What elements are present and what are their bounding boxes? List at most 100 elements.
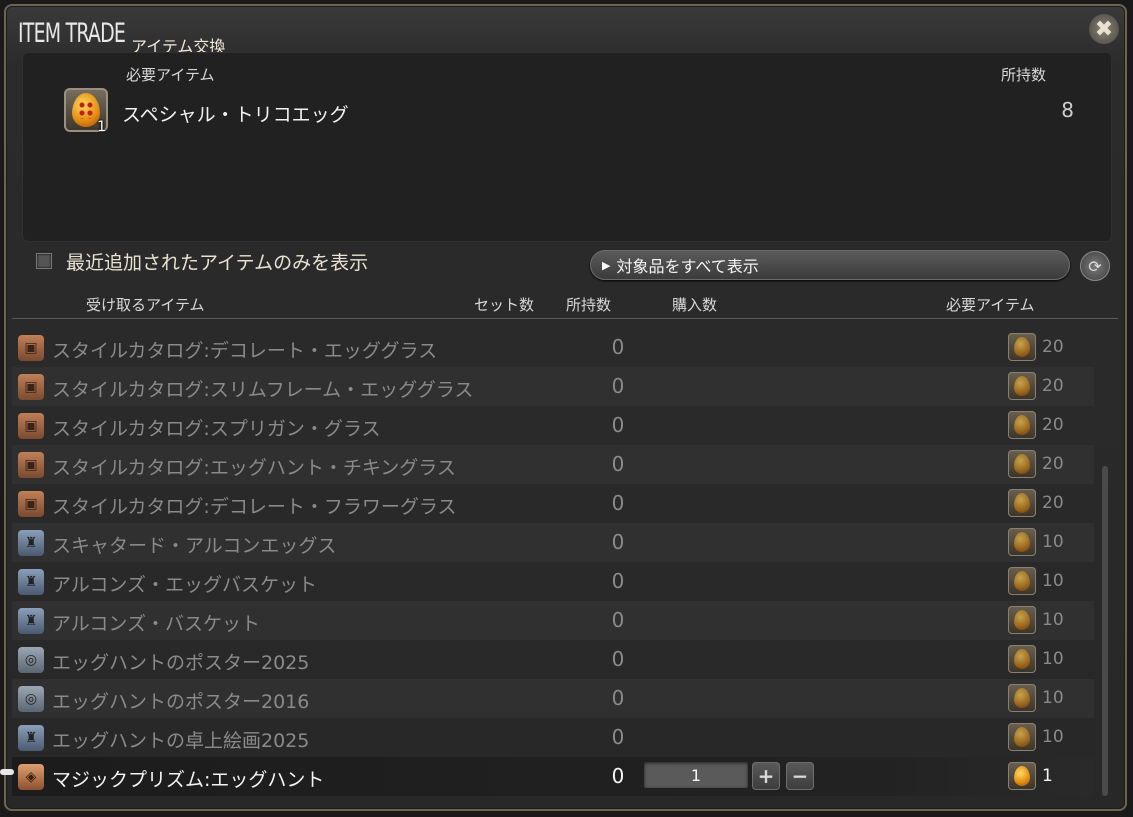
catalog-item-icon[interactable]: ▣ — [18, 413, 44, 439]
required-count: 10 — [1042, 532, 1064, 552]
col-owned[interactable]: 所持数 — [566, 294, 611, 315]
item-name: アルコンズ・エッグバスケット — [52, 574, 318, 596]
item-owned-count: 0 — [611, 647, 625, 671]
required-count: 10 — [1042, 571, 1064, 591]
trade-item-row[interactable]: ♜ アルコンズ・エッグバスケット 0 10 — [12, 562, 1094, 601]
item-owned-count: 0 — [611, 686, 625, 710]
item-owned-count: 0 — [611, 569, 625, 593]
required-count: 1 — [1042, 766, 1053, 786]
item-name: エッグハントのポスター2016 — [52, 691, 310, 713]
trade-item-row[interactable]: ♜ アルコンズ・バスケット 0 10 — [12, 601, 1094, 640]
egg-icon[interactable] — [1008, 372, 1036, 400]
item-name: スタイルカタログ:スプリガン・グラス — [52, 418, 381, 440]
close-icon[interactable]: ✖ — [1089, 14, 1119, 44]
egg-icon[interactable]: 1 — [64, 88, 108, 135]
trade-item-list: ▣ スタイルカタログ:デコレート・エッググラス 0 20 ▣ スタイルカタログ:スリムフレ… — [0, 328, 1094, 796]
furniture-item-icon[interactable]: ♜ — [18, 569, 44, 595]
item-name: アルコンズ・バスケット — [52, 613, 261, 635]
egg-icon[interactable] — [1008, 684, 1036, 712]
col-received: 受け取るアイテム — [86, 296, 205, 314]
trade-item-row[interactable]: ♜ エッグハントの卓上絵画2025 0 10 — [12, 718, 1094, 757]
list-scrollbar[interactable] — [1102, 466, 1108, 796]
required-count: 20 — [1042, 454, 1064, 474]
required-count: 10 — [1042, 610, 1064, 630]
furniture-item-icon[interactable]: ♜ — [18, 725, 44, 751]
required-item-header: 必要アイテム — [126, 66, 215, 84]
item-owned-count: 0 — [611, 413, 625, 437]
required-item-row[interactable]: 1 スペシャル・トリコエッグ 8 — [64, 88, 1104, 136]
item-owned-count: 0 — [611, 491, 625, 515]
item-owned-count: 0 — [611, 530, 625, 554]
trade-item-row[interactable]: ◎ エッグハントのポスター2025 0 10 — [12, 640, 1094, 679]
required-count: 10 — [1042, 727, 1064, 747]
trade-item-row[interactable]: ▣ スタイルカタログ:デコレート・エッググラス 0 20 — [12, 328, 1094, 367]
item-name: スタイルカタログ:スリムフレーム・エッググラス — [52, 379, 474, 401]
egg-icon[interactable] — [1008, 606, 1036, 634]
item-count-badge: 1 — [97, 119, 106, 135]
egg-icon[interactable] — [1008, 411, 1036, 439]
item-name: エッグハントの卓上絵画2025 — [52, 730, 310, 752]
egg-icon[interactable] — [1008, 528, 1036, 556]
col-set-count[interactable]: セット数 — [474, 294, 534, 315]
catalog-item-icon[interactable]: ▣ — [18, 491, 44, 517]
show-all-label: 対象品をすべて表示 — [616, 257, 759, 276]
window-title: ITEM TRADE — [18, 18, 126, 49]
egg-icon[interactable] — [1008, 762, 1036, 790]
required-item-name: スペシャル・トリコエッグ — [122, 104, 349, 126]
refresh-icon[interactable]: ⟳ — [1080, 251, 1110, 281]
required-item-panel: 必要アイテム 所持数 1 スペシャル・トリコエッグ 8 — [22, 52, 1112, 242]
item-name: スタイルカタログ:デコレート・フラワーグラス — [52, 496, 457, 518]
col-purchase: 購入数 — [672, 296, 718, 314]
item-owned-count: 0 — [611, 374, 625, 398]
item-name: エッグハントのポスター2025 — [52, 652, 310, 674]
egg-icon[interactable] — [1008, 450, 1036, 478]
owned-count-header: 所持数 — [1000, 66, 1046, 84]
col-required: 必要アイテム — [946, 296, 1035, 314]
required-count: 20 — [1042, 337, 1064, 357]
trade-item-row[interactable]: ▣ スタイルカタログ:スプリガン・グラス 0 20 — [12, 406, 1094, 445]
catalog-item-icon[interactable]: ▣ — [18, 452, 44, 478]
furniture-item-icon[interactable]: ♜ — [18, 608, 44, 634]
egg-icon[interactable] — [1008, 489, 1036, 517]
selection-pointer-icon — [0, 769, 14, 775]
required-item-owned: 8 — [1061, 98, 1074, 122]
item-name: スタイルカタログ:エッグハント・チキングラス — [52, 457, 456, 479]
egg-icon[interactable] — [1008, 723, 1036, 751]
item-owned-count: 0 — [611, 725, 625, 749]
item-owned-count: 0 — [611, 608, 625, 632]
show-all-button[interactable]: ▶ 対象品をすべて表示 — [590, 250, 1070, 280]
required-count: 10 — [1042, 649, 1064, 669]
recent-only-checkbox[interactable] — [36, 253, 52, 269]
egg-icon[interactable] — [1008, 567, 1036, 595]
item-owned-count: 0 — [611, 452, 625, 476]
catalog-item-icon[interactable]: ▣ — [18, 335, 44, 361]
prism-item-icon[interactable]: ◈ — [18, 764, 44, 790]
catalog-item-icon[interactable]: ▣ — [18, 374, 44, 400]
trade-item-row[interactable]: ▣ スタイルカタログ:スリムフレーム・エッググラス 0 20 — [12, 367, 1094, 406]
required-count: 20 — [1042, 493, 1064, 513]
furniture-item-icon[interactable]: ♜ — [18, 530, 44, 556]
egg-icon[interactable] — [1008, 333, 1036, 361]
poster-item-icon[interactable]: ◎ — [18, 686, 44, 712]
item-name: マジックプリズム:エッグハント — [52, 769, 325, 791]
recent-only-label[interactable]: 最近追加されたアイテムのみを表示 — [66, 248, 368, 275]
required-count: 10 — [1042, 688, 1064, 708]
decrement-button[interactable]: − — [786, 762, 814, 790]
trade-item-row[interactable]: ◎ エッグハントのポスター2016 0 10 — [12, 679, 1094, 718]
item-owned-count: 0 — [611, 764, 625, 788]
egg-icon[interactable] — [1008, 645, 1036, 673]
poster-item-icon[interactable]: ◎ — [18, 647, 44, 673]
item-name: スタイルカタログ:デコレート・エッググラス — [52, 340, 438, 362]
header-divider — [12, 318, 1118, 319]
trade-item-row[interactable]: ▣ スタイルカタログ:デコレート・フラワーグラス 0 20 — [12, 484, 1094, 523]
trade-item-row[interactable]: ♜ スキャタード・アルコンエッグス 0 10 — [12, 523, 1094, 562]
purchase-quantity-input[interactable]: 1 — [644, 762, 748, 788]
play-arrow-icon: ▶ — [602, 258, 611, 272]
trade-item-row[interactable]: ◈ マジックプリズム:エッグハント 0 1 + −1 — [0, 757, 1094, 796]
required-count: 20 — [1042, 415, 1064, 435]
item-name: スキャタード・アルコンエッグス — [52, 535, 337, 557]
trade-item-row[interactable]: ▣ スタイルカタログ:エッグハント・チキングラス 0 20 — [12, 445, 1094, 484]
required-count: 20 — [1042, 376, 1064, 396]
increment-button[interactable]: + — [752, 762, 780, 790]
item-owned-count: 0 — [611, 335, 625, 359]
